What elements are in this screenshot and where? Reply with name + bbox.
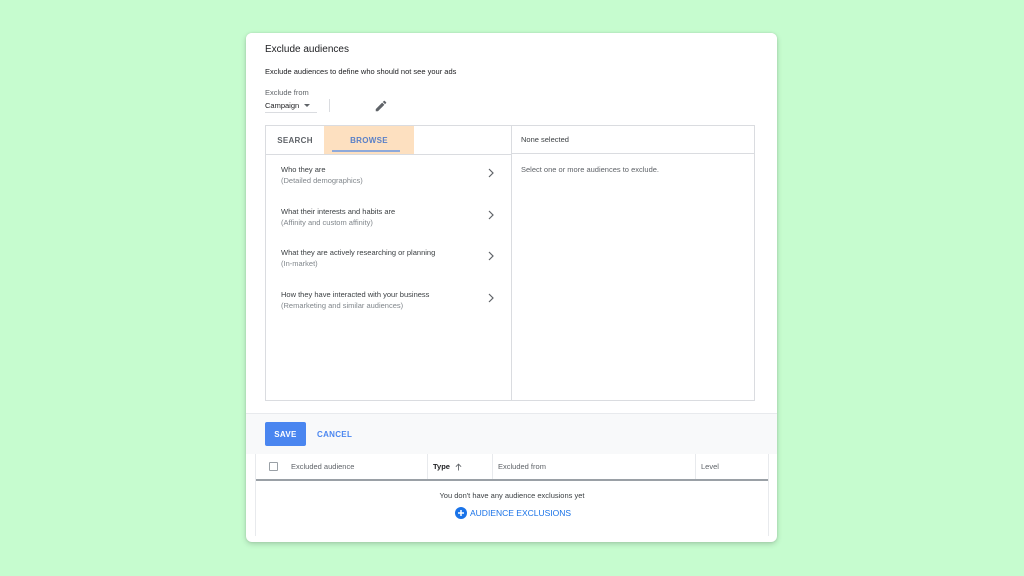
category-who-they-are[interactable]: Who they are (Detailed demographics) — [266, 155, 511, 197]
save-button[interactable]: SAVE — [265, 422, 306, 446]
divider — [329, 99, 330, 112]
column-divider — [695, 454, 696, 479]
column-label: Excluded from — [498, 462, 546, 471]
tab-browse-label: BROWSE — [350, 135, 388, 145]
arrow-up-icon — [455, 462, 462, 470]
selected-empty-text: Select one or more audiences to exclude. — [521, 165, 659, 174]
empty-state-text: You don't have any audience exclusions y… — [439, 491, 585, 500]
browse-category-list: Who they are (Detailed demographics) Wha… — [266, 155, 511, 321]
exclusions-table: Excluded audience Type Excluded from Lev… — [255, 454, 769, 536]
category-title: What their interests and habits are — [281, 206, 396, 216]
add-audience-exclusions-button[interactable]: AUDIENCE EXCLUSIONS — [455, 506, 571, 520]
category-subtitle: (Remarketing and similar audiences) — [281, 300, 404, 310]
tab-search[interactable]: SEARCH — [266, 126, 324, 154]
action-bar: SAVE CANCEL — [246, 413, 777, 454]
category-researching-planning[interactable]: What they are actively researching or pl… — [266, 238, 511, 280]
tab-search-label: SEARCH — [277, 135, 313, 145]
exclude-from-dropdown[interactable]: Campaign — [265, 98, 317, 113]
add-exclusions-label: AUDIENCE EXCLUSIONS — [470, 508, 572, 518]
category-subtitle: (In-market) — [281, 259, 318, 268]
chevron-right-icon — [488, 168, 494, 178]
column-label: Level — [701, 462, 719, 471]
category-title: How they have interacted with your busin… — [281, 289, 430, 299]
table-header: Excluded audience Type Excluded from Lev… — [256, 454, 768, 481]
column-type[interactable]: Type — [433, 454, 462, 479]
column-divider — [492, 454, 493, 479]
section-description: Exclude audiences to define who should n… — [265, 67, 457, 76]
selected-header: None selected — [511, 126, 754, 154]
column-excluded-from[interactable]: Excluded from — [498, 454, 546, 479]
chevron-right-icon — [488, 210, 494, 219]
audience-picker: SEARCH BROWSE Who they are (Detailed dem… — [265, 125, 755, 401]
column-excluded-audience[interactable]: Excluded audience — [291, 454, 354, 479]
active-tab-indicator — [332, 150, 400, 152]
section-title: Exclude audiences — [265, 44, 349, 55]
chevron-right-icon — [488, 293, 494, 302]
picker-browse-pane: SEARCH BROWSE Who they are (Detailed dem… — [266, 126, 512, 400]
exclude-from-label: Exclude from — [265, 88, 309, 97]
select-all-checkbox[interactable] — [269, 462, 278, 471]
pencil-icon[interactable] — [374, 99, 388, 113]
column-label: Type — [433, 462, 450, 471]
tab-browse[interactable]: BROWSE — [324, 126, 414, 154]
exclude-from-value: Campaign — [265, 100, 300, 110]
column-level[interactable]: Level — [701, 454, 719, 479]
audience-exclusions-card: Exclude audiences Exclude audiences to d… — [246, 33, 777, 542]
column-label: Excluded audience — [291, 462, 355, 471]
caret-down-icon — [304, 103, 311, 107]
category-title: Who they are — [281, 165, 326, 174]
cancel-button[interactable]: CANCEL — [314, 422, 355, 446]
category-subtitle: (Detailed demographics) — [281, 176, 363, 185]
chevron-right-icon — [488, 251, 494, 261]
exclude-audiences-panel: Exclude audiences Exclude audiences to d… — [246, 33, 777, 413]
category-interacted-business[interactable]: How they have interacted with your busin… — [266, 280, 511, 322]
picker-selected-pane: None selected Select one or more audienc… — [511, 126, 754, 400]
category-title: What they are actively researching or pl… — [281, 248, 436, 257]
column-divider — [427, 454, 428, 479]
category-subtitle: (Affinity and custom affinity) — [281, 217, 373, 227]
plus-circle-icon — [455, 507, 467, 519]
picker-tabs: SEARCH BROWSE — [266, 126, 511, 155]
category-interests-habits[interactable]: What their interests and habits are (Aff… — [266, 197, 511, 239]
